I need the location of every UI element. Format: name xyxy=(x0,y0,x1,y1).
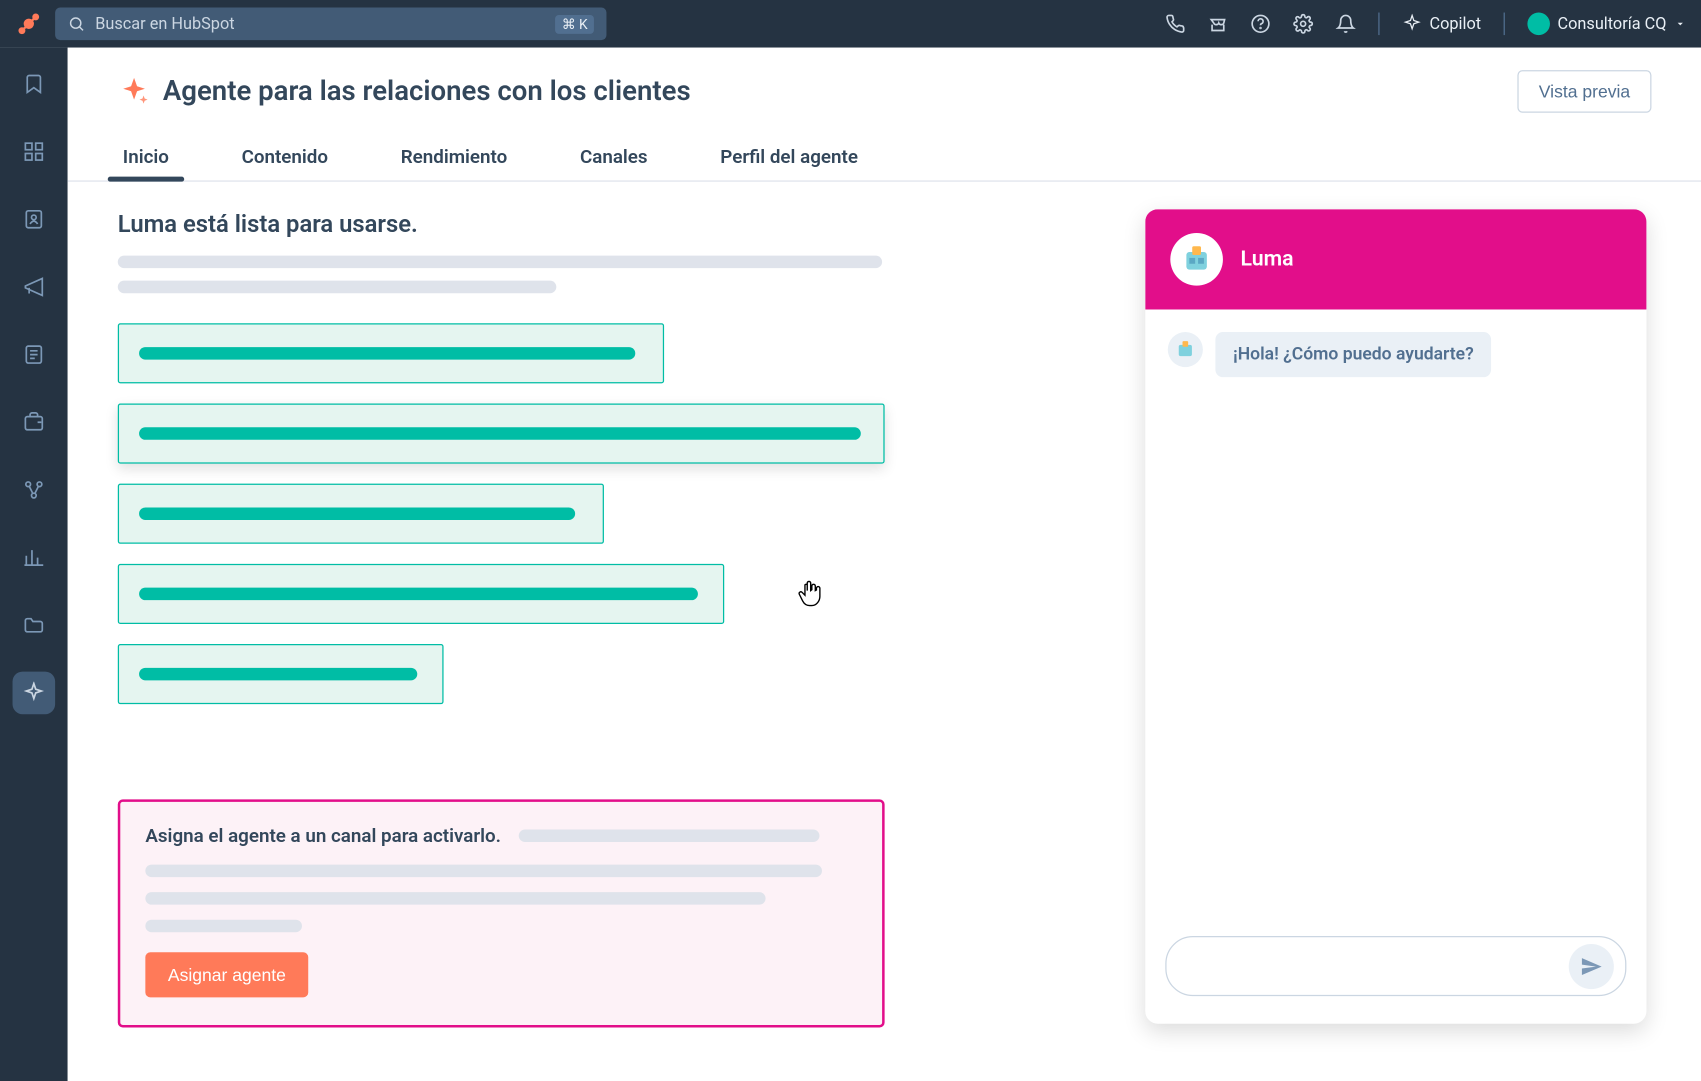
bell-icon[interactable] xyxy=(1336,14,1356,34)
assign-agent-button[interactable]: Asignar agente xyxy=(145,952,308,997)
topbar: Buscar en HubSpot ⌘ K Copilot Consultorí… xyxy=(0,0,1701,48)
topbar-actions: Copilot Consultoría CQ xyxy=(1165,13,1686,36)
chat-agent-name: Luma xyxy=(1240,247,1293,272)
assign-channel-card: Asigna el agente a un canal para activar… xyxy=(118,799,885,1027)
divider xyxy=(1504,13,1505,36)
send-icon xyxy=(1580,955,1603,978)
sidebar-ai[interactable] xyxy=(13,672,56,715)
tabs: Inicio Contenido Rendimiento Canales Per… xyxy=(68,120,1701,181)
divider xyxy=(1378,13,1379,36)
suggestion-card[interactable] xyxy=(118,403,885,463)
preview-button[interactable]: Vista previa xyxy=(1518,70,1652,113)
global-search[interactable]: Buscar en HubSpot ⌘ K xyxy=(55,8,606,41)
skeleton-line xyxy=(145,920,302,933)
tab-canales[interactable]: Canales xyxy=(575,133,653,181)
tab-perfil[interactable]: Perfil del agente xyxy=(715,133,863,181)
chevron-down-icon xyxy=(1674,18,1687,31)
skeleton-line xyxy=(145,892,765,905)
sidebar-commerce[interactable] xyxy=(13,401,56,444)
suggestion-card[interactable] xyxy=(118,323,664,383)
phone-icon[interactable] xyxy=(1165,14,1185,34)
chat-header: Luma xyxy=(1145,209,1646,309)
page-header: Agente para las relaciones con los clien… xyxy=(68,48,1701,113)
account-menu[interactable]: Consultoría CQ xyxy=(1527,13,1686,36)
skeleton-bar xyxy=(139,347,635,360)
skeleton-line xyxy=(145,865,822,878)
avatar xyxy=(1527,13,1550,36)
help-icon[interactable] xyxy=(1250,14,1270,34)
agent-avatar xyxy=(1170,233,1223,286)
chat-input[interactable] xyxy=(1165,936,1626,996)
sidebar-content[interactable] xyxy=(13,333,56,376)
chat-preview-panel: Luma ¡Hola! ¿Cómo puedo ayudarte? xyxy=(1145,209,1646,1023)
sidebar-files[interactable] xyxy=(13,604,56,647)
skeleton-bar xyxy=(139,427,861,440)
sidebar-contacts[interactable] xyxy=(13,198,56,241)
suggestion-card[interactable] xyxy=(118,644,444,704)
tab-inicio[interactable]: Inicio xyxy=(118,133,174,181)
search-shortcut: ⌘ K xyxy=(556,14,594,33)
sidebar xyxy=(0,48,68,1081)
chat-bubble: ¡Hola! ¿Cómo puedo ayudarte? xyxy=(1215,332,1491,377)
sidebar-bookmarks[interactable] xyxy=(13,63,56,106)
skeleton-bar xyxy=(139,507,575,520)
skeleton-bar xyxy=(139,588,698,601)
main-content: Agente para las relaciones con los clien… xyxy=(68,48,1701,1081)
copilot-button[interactable]: Copilot xyxy=(1402,14,1481,34)
tab-contenido[interactable]: Contenido xyxy=(237,133,333,181)
section-heading: Luma está lista para usarse. xyxy=(118,209,1095,238)
skeleton-line xyxy=(118,281,557,294)
left-column: Luma está lista para usarse. xyxy=(118,209,1095,1037)
search-icon xyxy=(68,15,86,33)
chat-input-area xyxy=(1145,918,1646,1023)
marketplace-icon[interactable] xyxy=(1208,14,1228,34)
page-title: Agente para las relaciones con los clien… xyxy=(163,76,691,107)
tab-rendimiento[interactable]: Rendimiento xyxy=(396,133,513,181)
skeleton-line xyxy=(519,829,820,842)
agent-avatar-small xyxy=(1168,332,1203,367)
skeleton-bar xyxy=(139,668,417,681)
sidebar-reports[interactable] xyxy=(13,536,56,579)
sidebar-dashboard[interactable] xyxy=(13,130,56,173)
suggestion-card[interactable] xyxy=(118,484,604,544)
sidebar-marketing[interactable] xyxy=(13,266,56,309)
chat-message: ¡Hola! ¿Cómo puedo ayudarte? xyxy=(1168,332,1624,377)
suggestion-card[interactable] xyxy=(118,564,724,624)
sparkle-icon xyxy=(118,75,151,108)
assign-title: Asigna el agente a un canal para activar… xyxy=(145,824,501,847)
search-placeholder: Buscar en HubSpot xyxy=(95,14,234,33)
sidebar-automation[interactable] xyxy=(13,469,56,512)
settings-icon[interactable] xyxy=(1293,14,1313,34)
skeleton-line xyxy=(118,256,882,269)
sparkle-icon xyxy=(1402,14,1422,34)
hubspot-logo[interactable] xyxy=(15,10,43,38)
send-button[interactable] xyxy=(1569,944,1614,989)
chat-body: ¡Hola! ¿Cómo puedo ayudarte? xyxy=(1145,309,1646,918)
